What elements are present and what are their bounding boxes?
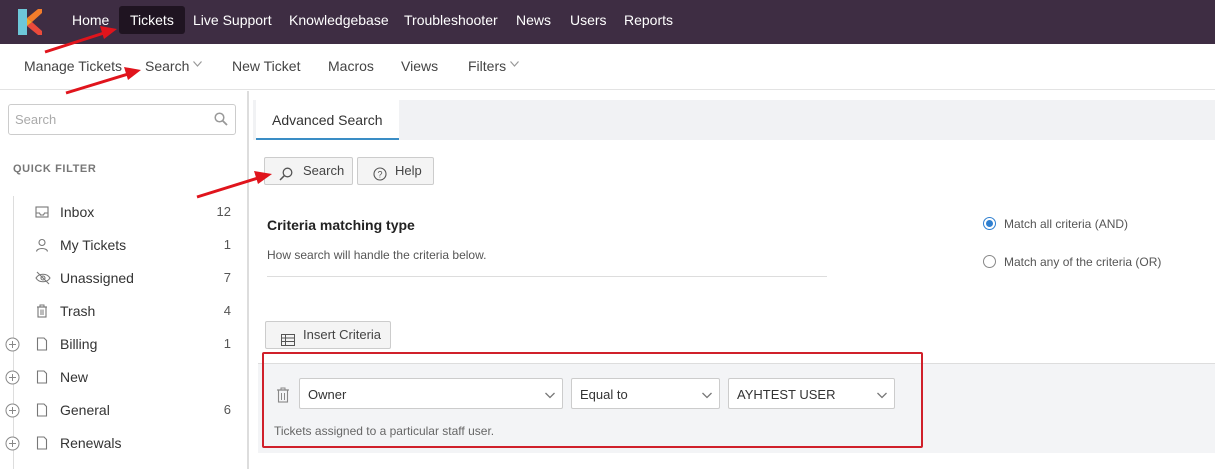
- expand-plus-icon[interactable]: [5, 370, 20, 385]
- tab-strip: Advanced Search: [253, 100, 1215, 140]
- match-any-label: Match any of the criteria (OR): [1004, 255, 1162, 269]
- insert-criteria-button[interactable]: Insert Criteria: [265, 321, 391, 349]
- top-navigation-bar: Home Tickets Live Support Knowledgebase …: [0, 0, 1215, 44]
- match-any-radio[interactable]: [983, 255, 996, 268]
- subnav-search-label: Search: [145, 58, 190, 74]
- match-all-radio[interactable]: [983, 217, 996, 230]
- expand-plus-icon[interactable]: [5, 403, 20, 418]
- help-button-label: Help: [395, 163, 422, 178]
- insert-criteria-label: Insert Criteria: [303, 327, 382, 342]
- inbox-icon: [35, 205, 49, 219]
- help-icon: ?: [373, 164, 387, 181]
- kayako-logo-icon[interactable]: [18, 9, 42, 35]
- sidebar-item-label: New: [60, 369, 89, 385]
- document-icon: [35, 436, 49, 450]
- sidebar-item-count: 1: [223, 336, 231, 351]
- sidebar-item-label: Inbox: [60, 204, 95, 220]
- sidebar-item-billing[interactable]: Billing 1: [0, 330, 247, 360]
- sidebar-item-count: 4: [223, 303, 231, 318]
- help-button[interactable]: ? Help: [357, 157, 434, 185]
- quick-filter-heading: QUICK FILTER: [13, 163, 97, 175]
- subnav-filters-label: Filters: [468, 58, 507, 74]
- sidebar-item-inbox[interactable]: Inbox 12: [0, 198, 247, 228]
- table-icon: [281, 329, 295, 346]
- chevron-down-icon: [510, 61, 520, 69]
- sidebar-item-new[interactable]: New: [0, 363, 247, 393]
- user-icon: [35, 238, 49, 252]
- search-button[interactable]: Search: [264, 157, 353, 185]
- subnav-macros[interactable]: Macros: [328, 44, 374, 90]
- topnav-reports[interactable]: Reports: [613, 0, 684, 44]
- sidebar-item-count: 7: [223, 270, 231, 285]
- topnav-knowledgebase[interactable]: Knowledgebase: [278, 0, 400, 44]
- topnav-users[interactable]: Users: [559, 0, 618, 44]
- topnav-home[interactable]: Home: [61, 0, 120, 44]
- sidebar: QUICK FILTER Inbox 12 My Tickets 1 Unass…: [0, 91, 249, 469]
- secondary-navigation-bar: Manage Tickets Search New Ticket Macros …: [0, 44, 1215, 90]
- sidebar-item-label: Trash: [60, 303, 96, 319]
- sidebar-item-my-tickets[interactable]: My Tickets 1: [0, 231, 247, 261]
- sidebar-scrollbar[interactable]: [247, 91, 249, 469]
- search-button-label: Search: [303, 163, 345, 178]
- sidebar-item-renewals[interactable]: Renewals: [0, 429, 247, 459]
- topnav-tickets[interactable]: Tickets: [119, 6, 185, 34]
- sidebar-item-general[interactable]: General 6: [0, 396, 247, 426]
- sidebar-item-label: Renewals: [60, 435, 122, 451]
- subnav-filters[interactable]: Filters: [468, 44, 520, 90]
- criteria-matching-description: How search will handle the criteria belo…: [267, 248, 487, 262]
- annotation-highlight-box: [262, 352, 923, 448]
- match-all-label: Match all criteria (AND): [1004, 217, 1129, 231]
- chevron-down-icon: [193, 61, 203, 69]
- svg-text:?: ?: [377, 170, 382, 180]
- sidebar-item-label: My Tickets: [60, 237, 127, 253]
- topnav-live-support[interactable]: Live Support: [182, 0, 283, 44]
- sidebar-item-label: Unassigned: [60, 270, 134, 286]
- document-icon: [35, 337, 49, 351]
- search-icon: [279, 164, 293, 181]
- sidebar-search: [8, 104, 236, 135]
- search-icon[interactable]: [214, 112, 228, 126]
- expand-plus-icon[interactable]: [5, 436, 20, 451]
- sidebar-item-count: 6: [223, 402, 231, 417]
- subnav-new-ticket[interactable]: New Ticket: [232, 44, 300, 90]
- sidebar-item-count: 1: [223, 237, 231, 252]
- divider: [267, 276, 827, 277]
- tab-advanced-search[interactable]: Advanced Search: [256, 100, 399, 140]
- sidebar-search-input[interactable]: [9, 105, 209, 134]
- topnav-news[interactable]: News: [505, 0, 562, 44]
- eye-slash-icon: [35, 271, 51, 285]
- document-icon: [35, 403, 49, 417]
- subnav-views[interactable]: Views: [401, 44, 438, 90]
- expand-plus-icon[interactable]: [5, 337, 20, 352]
- sidebar-item-label: Billing: [60, 336, 98, 352]
- sidebar-item-unassigned[interactable]: Unassigned 7: [0, 264, 247, 294]
- criteria-matching-title: Criteria matching type: [267, 217, 415, 233]
- sidebar-item-count: 12: [216, 204, 231, 219]
- sidebar-item-trash[interactable]: Trash 4: [0, 297, 247, 327]
- subnav-manage-tickets[interactable]: Manage Tickets: [24, 44, 122, 90]
- topnav-troubleshooter[interactable]: Troubleshooter: [393, 0, 509, 44]
- document-icon: [35, 370, 49, 384]
- trash-icon: [35, 304, 49, 318]
- sidebar-item-label: General: [60, 402, 110, 418]
- subnav-search[interactable]: Search: [145, 44, 203, 90]
